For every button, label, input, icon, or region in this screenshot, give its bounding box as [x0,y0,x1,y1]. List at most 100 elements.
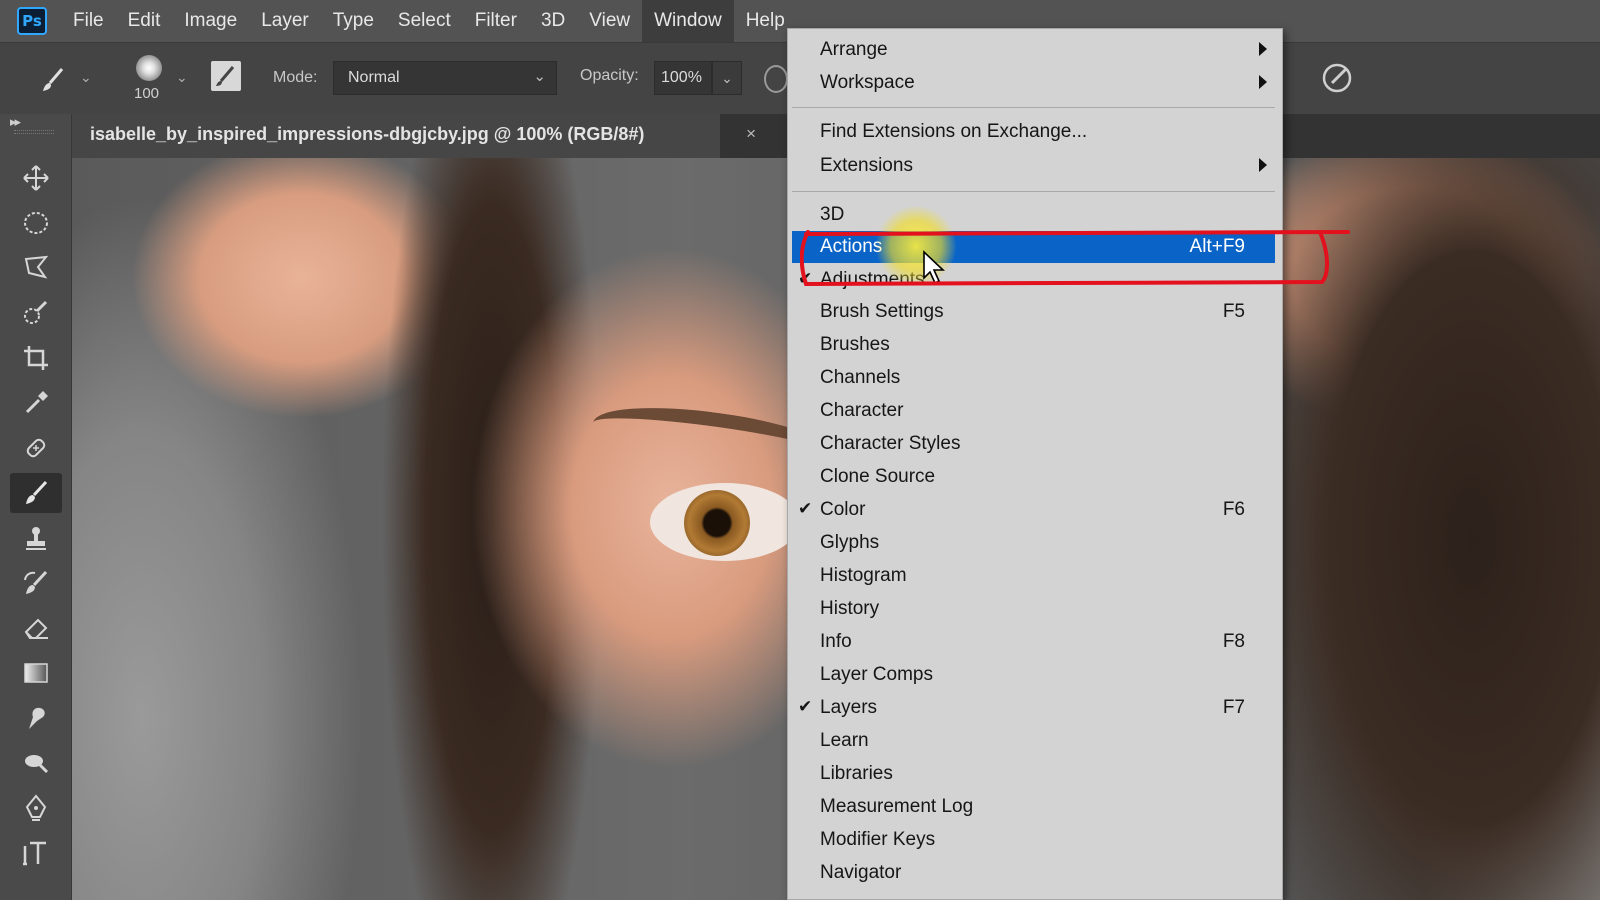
chevron-down-icon: ⌄ [533,68,546,85]
tools-panel: ▸▸ [0,114,72,900]
menu-item-find-extensions[interactable]: Find Extensions on Exchange... [792,116,1275,148]
eyedropper-icon[interactable] [10,383,62,423]
menu-item-channels[interactable]: Channels [792,362,1275,394]
menu-item-label: Clone Source [820,466,936,487]
menu-item-navigator[interactable]: Navigator [792,857,1275,889]
document-title: isabelle_by_inspired_impressions-dbgjcby… [90,124,645,144]
menu-item-label: Color [820,499,866,520]
smudge-icon[interactable] [10,698,62,738]
menu-item-shortcut: F5 [1222,301,1245,322]
menu-item-label: Glyphs [820,532,880,553]
menu-item-arrange[interactable]: Arrange [792,34,1275,66]
pen-icon[interactable] [10,788,62,828]
submenu-arrow-icon [1259,42,1267,56]
menu-item-adjustments[interactable]: ✔ Adjustments [792,264,1275,296]
menu-item-label: Navigator [820,862,902,883]
brush-panel-toggle-icon[interactable] [211,61,241,91]
menu-item-history[interactable]: History [792,593,1275,625]
menu-type[interactable]: Type [321,0,386,42]
menu-item-label: Extensions [820,155,913,176]
menu-image[interactable]: Image [172,0,249,42]
polygonal-lasso-icon[interactable] [10,248,62,288]
menu-select[interactable]: Select [386,0,463,42]
menu-item-glyphs[interactable]: Glyphs [792,527,1275,559]
menu-item-layer-comps[interactable]: Layer Comps [792,659,1275,691]
menu-item-label: Brushes [820,334,890,355]
menu-item-shortcut: F7 [1222,697,1245,718]
menu-item-libraries[interactable]: Libraries [792,758,1275,790]
menu-item-histogram[interactable]: Histogram [792,560,1275,592]
menu-item-color[interactable]: ✔ Color F6 [792,494,1275,526]
menu-item-label: Layers [820,697,878,718]
menu-item-modifier-keys[interactable]: Modifier Keys [792,824,1275,856]
mode-select[interactable]: Normal ⌄ [333,61,557,95]
submenu-arrow-icon [1259,75,1267,89]
menu-item-layers[interactable]: ✔ Layers F7 [792,692,1275,724]
mode-value: Normal [348,69,400,86]
menu-3d[interactable]: 3D [529,0,577,42]
menu-item-extensions[interactable]: Extensions [792,150,1275,182]
smoothing-settings-icon[interactable] [1320,61,1354,95]
menu-item-label: Layer Comps [820,664,933,685]
panel-grip[interactable] [14,130,54,134]
menu-item-label: 3D [820,204,845,225]
menu-item-label: Character Styles [820,433,961,454]
menu-item-brushes[interactable]: Brushes [792,329,1275,361]
gradient-icon[interactable] [10,653,62,693]
menu-item-label: Learn [820,730,869,751]
collapse-panel-icon[interactable]: ▸▸ [10,114,21,130]
brush-tip-preview[interactable] [136,55,162,81]
menu-view[interactable]: View [577,0,642,42]
menu-item-learn[interactable]: Learn [792,725,1275,757]
menu-separator [792,107,1275,108]
brush-preset-icon[interactable] [38,65,68,95]
menu-window[interactable]: Window [642,0,734,42]
menu-separator [792,191,1275,192]
menu-item-label: Character [820,400,904,421]
close-icon[interactable]: × [746,124,756,144]
menu-item-character-styles[interactable]: Character Styles [792,428,1275,460]
menu-edit[interactable]: Edit [116,0,173,42]
menu-item-label: Channels [820,367,901,388]
type-icon[interactable] [10,833,62,873]
opacity-input[interactable]: 100% [654,61,712,95]
menu-item-character[interactable]: Character [792,395,1275,427]
clone-stamp-icon[interactable] [10,518,62,558]
crop-icon[interactable] [10,338,62,378]
checkmark-icon: ✔ [798,499,813,518]
menu-item-brush-settings[interactable]: Brush Settings F5 [792,296,1275,328]
history-brush-icon[interactable] [10,563,62,603]
healing-brush-icon[interactable] [10,428,62,468]
document-tab[interactable]: isabelle_by_inspired_impressions-dbgjcby… [72,114,756,158]
menu-layer[interactable]: Layer [249,0,321,42]
menu-item-label: Arrange [820,39,888,60]
brush-icon[interactable] [10,473,62,513]
menu-item-clone-source[interactable]: Clone Source [792,461,1275,493]
chevron-down-icon[interactable]: ⌄ [80,69,92,86]
menu-item-label: Workspace [820,72,915,93]
menu-item-actions[interactable]: Actions Alt+F9 [792,231,1275,263]
menu-item-workspace[interactable]: Workspace [792,67,1275,99]
chevron-down-icon[interactable]: ⌄ [176,69,188,86]
menu-item-label: Histogram [820,565,907,586]
opacity-label: Opacity: [580,67,639,84]
eraser-icon[interactable] [10,608,62,648]
menu-item-label: Actions [820,236,883,257]
menu-item-shortcut: F8 [1222,631,1245,652]
menu-item-shortcut: Alt+F9 [1189,236,1245,257]
dodge-icon[interactable] [10,743,62,783]
menu-item-info[interactable]: Info F8 [792,626,1275,658]
photoshop-logo[interactable]: Ps [17,7,47,35]
ellipse-marquee-icon[interactable] [10,203,62,243]
menu-item-measurement-log[interactable]: Measurement Log [792,791,1275,823]
menu-filter[interactable]: Filter [463,0,529,42]
move-tool-icon[interactable] [10,158,62,198]
menu-file[interactable]: File [61,0,116,42]
quick-selection-icon[interactable] [10,293,62,333]
menu-item-label: Measurement Log [820,796,974,817]
checkmark-icon: ✔ [798,697,813,716]
menu-item-label: Brush Settings [820,301,944,322]
pressure-opacity-icon[interactable] [764,65,788,93]
opacity-dropdown-button[interactable]: ⌄ [712,61,742,95]
menu-item-3d[interactable]: 3D [792,199,1275,231]
